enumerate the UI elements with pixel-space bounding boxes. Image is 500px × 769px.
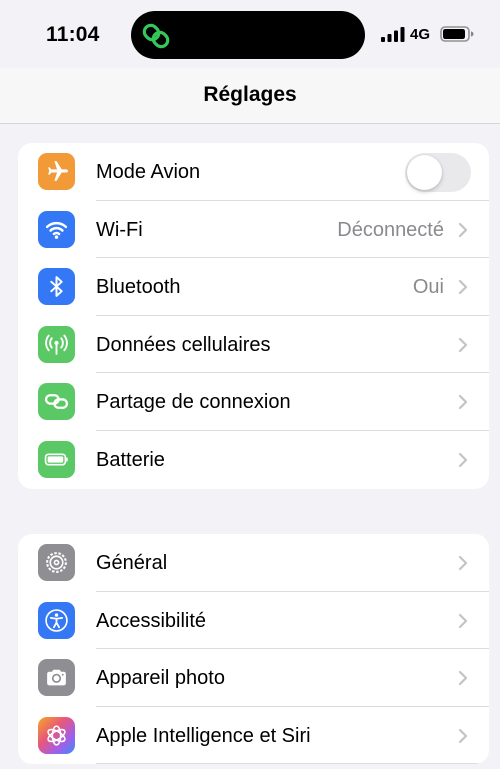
airplane-icon xyxy=(38,153,75,190)
row-general[interactable]: Général xyxy=(18,534,489,592)
link-icon xyxy=(38,383,75,421)
camera-icon xyxy=(38,659,75,697)
chevron-right-icon xyxy=(458,728,468,743)
row-label: Général xyxy=(96,552,168,574)
wifi-status-value: Déconnecté xyxy=(337,218,444,241)
antenna-icon xyxy=(38,325,75,363)
chevron-right-icon xyxy=(458,280,468,295)
chevron-right-icon xyxy=(458,555,468,571)
row-label: Wi-Fi xyxy=(96,218,143,241)
battery-status-icon xyxy=(440,26,474,42)
chevron-right-icon xyxy=(458,395,468,410)
battery-icon xyxy=(38,440,75,478)
row-mode-avion[interactable]: Mode Avion xyxy=(18,143,489,201)
chevron-right-icon xyxy=(458,222,468,237)
chevron-right-icon xyxy=(458,337,468,352)
row-appareil-photo[interactable]: Appareil photo xyxy=(18,649,489,707)
row-label: Données cellulaires xyxy=(96,333,271,356)
accessibility-icon xyxy=(38,601,75,639)
row-label: Mode Avion xyxy=(96,161,201,183)
network-type: 4G xyxy=(410,26,431,43)
settings-group-general: Général Accessibilité Appareil photo App… xyxy=(18,534,489,765)
row-label: Batterie xyxy=(96,448,165,471)
row-donnees-cellulaires[interactable]: Données cellulaires xyxy=(18,316,489,374)
row-label: Accessibilité xyxy=(96,609,207,632)
row-apple-intelligence-siri[interactable]: Apple Intelligence et Siri xyxy=(18,707,489,765)
row-label: Bluetooth xyxy=(96,276,181,299)
settings-group-connectivity: Mode Avion Wi-Fi Déconnecté Bluetooth Ou… xyxy=(18,143,489,489)
row-partage-connexion[interactable]: Partage de connexion xyxy=(18,373,489,431)
row-batterie[interactable]: Batterie xyxy=(18,431,489,489)
chevron-right-icon xyxy=(458,671,468,686)
row-bluetooth[interactable]: Bluetooth Oui xyxy=(18,258,489,316)
row-label: Partage de connexion xyxy=(96,391,291,414)
toggle-knob xyxy=(407,155,442,190)
status-time: 11:04 xyxy=(46,23,100,46)
navigation-bar: Réglages xyxy=(0,68,500,124)
wifi-icon xyxy=(38,210,75,248)
row-label: Apple Intelligence et Siri xyxy=(96,724,311,747)
chevron-right-icon xyxy=(458,613,468,628)
row-wifi[interactable]: Wi-Fi Déconnecté xyxy=(18,201,489,259)
row-label: Appareil photo xyxy=(96,667,225,690)
chevron-right-icon xyxy=(458,452,468,468)
status-bar: 11:04 4G xyxy=(0,0,500,68)
gear-icon xyxy=(38,544,75,581)
bluetooth-icon xyxy=(38,268,75,306)
divider xyxy=(96,763,489,765)
airplane-mode-toggle[interactable] xyxy=(405,153,471,192)
bluetooth-status-value: Oui xyxy=(412,276,444,299)
apple-intelligence-icon xyxy=(38,716,75,754)
page-title: Réglages xyxy=(203,83,297,106)
row-accessibilite[interactable]: Accessibilité xyxy=(18,592,489,650)
link-icon xyxy=(142,23,170,49)
dynamic-island[interactable] xyxy=(131,11,365,59)
cellular-signal-icon xyxy=(381,27,405,42)
